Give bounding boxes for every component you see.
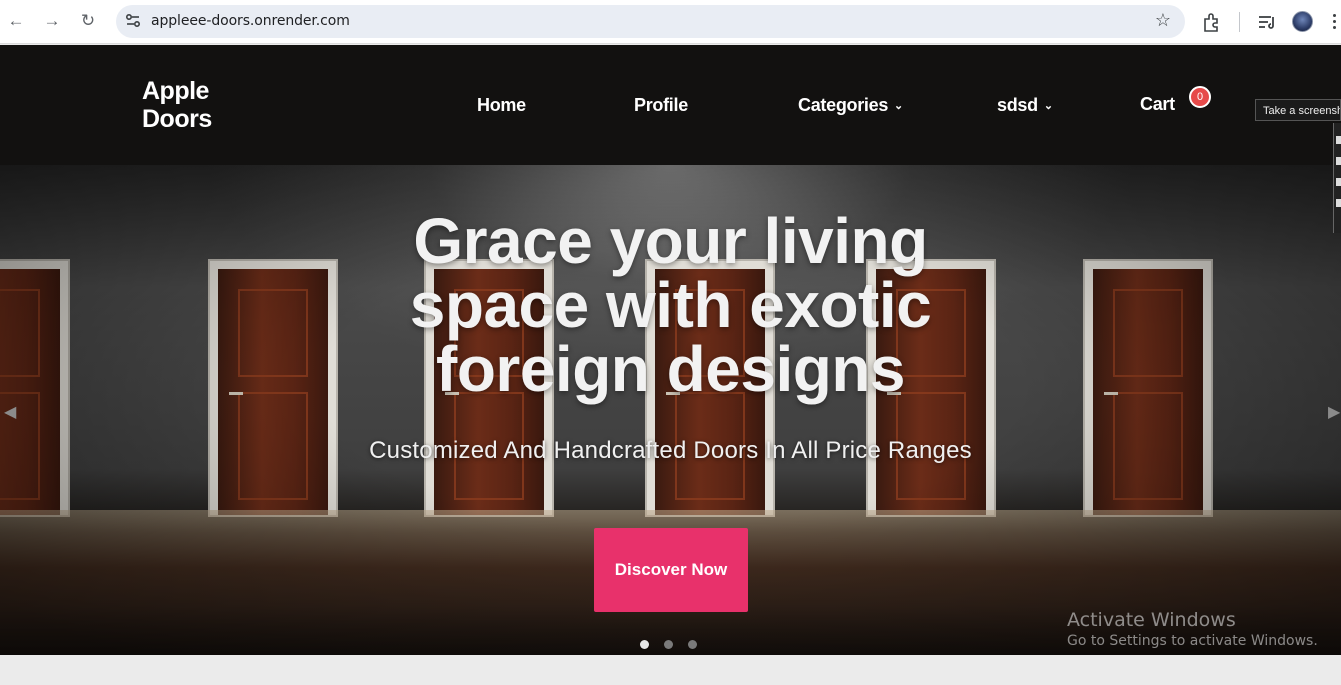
- media-queue-icon[interactable]: [1256, 11, 1278, 33]
- page-below-fold: [0, 655, 1341, 685]
- carousel-indicators: [640, 636, 712, 649]
- logo-line-2: Doors: [142, 105, 212, 133]
- hero-heading: Grace your living space with exotic fore…: [340, 209, 1001, 401]
- site-settings-icon[interactable]: [124, 12, 142, 30]
- profile-avatar[interactable]: [1292, 11, 1313, 32]
- address-bar[interactable]: appleee-doors.onrender.com ☆: [116, 5, 1185, 38]
- nav-categories-label: Categories: [798, 95, 889, 115]
- nav-home[interactable]: Home: [477, 95, 526, 116]
- hero-subheading: Customized And Handcrafted Doors In All …: [369, 437, 972, 464]
- carousel-dot[interactable]: [664, 640, 673, 649]
- screenshot-tooltip: Take a screenshot: [1255, 99, 1341, 121]
- bookmark-star-icon[interactable]: ☆: [1155, 10, 1171, 31]
- cart-count-badge: 0: [1189, 86, 1211, 108]
- hero-heading-line-1: Grace your living: [413, 205, 928, 277]
- nav-cart[interactable]: Cart: [1140, 94, 1175, 115]
- carousel-dot[interactable]: [640, 640, 649, 649]
- hero-carousel: Grace your living space with exotic fore…: [0, 165, 1341, 655]
- carousel-dot[interactable]: [688, 640, 697, 649]
- nav-profile[interactable]: Profile: [634, 95, 688, 116]
- forward-arrow-icon[interactable]: →: [41, 10, 63, 32]
- carousel-prev-icon[interactable]: ◀: [4, 402, 16, 422]
- windows-watermark-title: Activate Windows: [1067, 609, 1236, 631]
- url-text[interactable]: appleee-doors.onrender.com: [151, 13, 350, 29]
- chevron-down-icon: ⌄: [894, 100, 903, 112]
- browser-toolbar: ← → ↻ appleee-doors.onrender.com ☆: [0, 0, 1341, 44]
- carousel-next-icon[interactable]: ▶: [1328, 402, 1340, 422]
- chevron-down-icon: ⌄: [1043, 100, 1053, 112]
- discover-now-button[interactable]: Discover Now: [594, 528, 748, 612]
- nav-sdsd-label: sdsd: [997, 95, 1038, 115]
- extensions-icon[interactable]: [1201, 11, 1223, 33]
- nav-categories[interactable]: Categories ⌄: [798, 95, 903, 116]
- site-logo[interactable]: Apple Doors: [142, 77, 212, 133]
- hero-heading-line-3: foreign designs: [436, 333, 906, 405]
- back-arrow-icon[interactable]: ←: [5, 10, 27, 32]
- windows-activation-watermark: Activate Windows Go to Settings to activ…: [1067, 609, 1318, 649]
- reload-icon[interactable]: ↻: [77, 10, 99, 32]
- logo-line-1: Apple: [142, 77, 209, 105]
- windows-watermark-subtitle: Go to Settings to activate Windows.: [1067, 633, 1318, 649]
- hero-heading-line-2: space with exotic: [409, 269, 932, 341]
- toolbar-divider: [1239, 12, 1240, 32]
- site-header: Apple Doors Home Profile Categories ⌄ sds…: [0, 45, 1341, 165]
- more-options-icon[interactable]: [1333, 12, 1337, 32]
- nav-sdsd[interactable]: sdsd ⌄: [997, 95, 1053, 116]
- screenshot-side-toolbar[interactable]: [1333, 123, 1341, 233]
